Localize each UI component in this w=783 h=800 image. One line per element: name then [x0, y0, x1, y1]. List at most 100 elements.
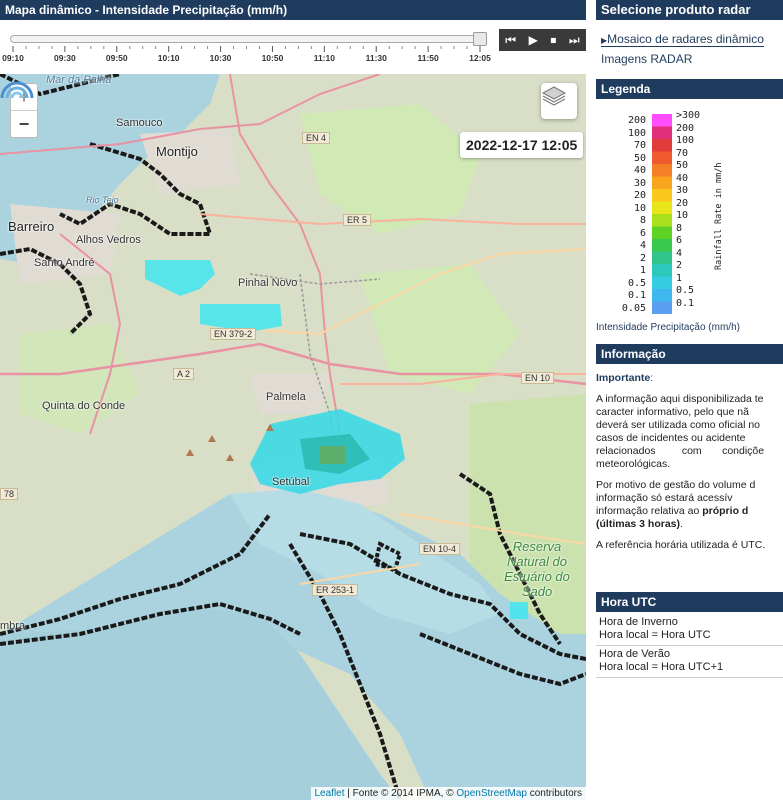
layers-button[interactable]	[541, 83, 577, 119]
legend-color-swatch	[652, 239, 672, 252]
label-embra: mbra	[0, 620, 26, 632]
legend-right-value: 2	[676, 260, 683, 271]
legend-left-value: 40	[633, 165, 646, 176]
timeline-slider-handle[interactable]	[473, 32, 487, 46]
timeline-tick-label: 12:05	[469, 53, 491, 63]
osm-link[interactable]: OpenStreetMap	[456, 788, 527, 799]
info-line: .	[680, 518, 683, 530]
legend-left-value: 10	[633, 202, 646, 214]
info-line: A informação aqui disponibilizada te	[596, 393, 764, 405]
info-important: Importante	[596, 372, 651, 384]
leaflet-link[interactable]: Leaflet	[315, 788, 345, 799]
timeline-tick-label: 10:30	[209, 53, 232, 63]
fast-forward-icon[interactable]: ⏭	[569, 33, 580, 48]
road-en4: EN 4	[302, 132, 331, 144]
legend-left-value: 70	[633, 140, 646, 151]
legend-color-swatch	[652, 164, 672, 177]
legend-left-value: 0.1	[627, 290, 646, 301]
radar-panel-title: Selecione produto radar	[596, 0, 783, 20]
utc-winter-label: Hora de Inverno	[599, 616, 678, 628]
info-line: Por motivo de gestão do volume d	[596, 479, 756, 491]
info-line: deverá ser utilizada como oficial no	[596, 419, 761, 431]
info-line: caracter informativo, pelo que nã	[596, 406, 749, 418]
legend-color-swatch	[652, 264, 672, 277]
label-palmela: Palmela	[266, 391, 306, 403]
map-timestamp: 2022-12-17 12:05	[460, 132, 584, 158]
info-line: próprio d	[702, 505, 749, 517]
legend-right-value: 10	[676, 210, 689, 221]
legend-right-value: 4	[676, 247, 683, 259]
legend-right-value: 40	[676, 172, 689, 184]
timeline-tick-label: 09:50	[105, 53, 128, 63]
info-line: informação relativa ao	[596, 505, 703, 517]
timeline-tick-label: 10:10	[157, 53, 180, 63]
label-alhos-vedros: Alhos Vedros	[76, 234, 141, 246]
info-line: informação só estará acessív	[596, 492, 733, 504]
label-samouco: Samouco	[116, 117, 163, 129]
timeline-slider-track[interactable]	[10, 35, 487, 43]
legend-left-value: 100	[627, 127, 646, 139]
legend-right-value: 0.5	[676, 285, 695, 296]
legend-color-swatch	[652, 214, 672, 227]
legend-color-swatch	[652, 276, 672, 290]
timeline-tick-label: 09:10	[2, 53, 24, 63]
legend-color-swatch	[652, 189, 672, 202]
mosaic-link-label: Mosaico de radares dinâmico	[607, 32, 764, 46]
legend-axis-label: Rainfall Rate in mm/h	[714, 162, 724, 270]
stop-icon[interactable]: ⏹	[550, 33, 556, 48]
legend-left-value: 30	[633, 177, 646, 189]
info-line: casos de incidentes ou acidente	[596, 432, 746, 444]
legend-color-swatch	[652, 289, 672, 302]
legend-left-value: 200	[627, 115, 646, 126]
info-body: Importante: A informação aqui disponibil…	[596, 372, 766, 551]
info-line: meteorológicas.	[596, 458, 671, 470]
radar-map[interactable]: Mar da Palha Samouco Montijo Rio Tejo Ba…	[0, 74, 586, 800]
legend-color-swatch	[652, 301, 672, 314]
mosaic-link[interactable]: ▶Mosaico de radares dinâmico	[601, 32, 764, 47]
legend: 200 100 70 50 40 30 20 10 8 6 4 2 1 0.5 0.1 0.05 >300 20…	[596, 100, 783, 340]
play-icon[interactable]: ▶	[529, 33, 538, 47]
legend-left-value: 50	[633, 152, 646, 164]
label-reserva-natural: Reserva Natural do Estuário do Sado	[504, 539, 570, 599]
legend-right-value: 200	[676, 122, 695, 134]
label-tejo: Rio Tejo	[86, 195, 119, 205]
zoom-out-button[interactable]: −	[11, 111, 37, 137]
legend-color-swatch	[652, 201, 672, 215]
legend-color-swatch	[652, 114, 672, 127]
legend-color-swatch	[652, 151, 672, 165]
label-pinhal-novo: Pinhal Novo	[238, 277, 298, 289]
legend-color-bar	[652, 114, 672, 314]
legend-right-value: 70	[676, 147, 689, 159]
label-quinta-conde: Quinta do Conde	[42, 400, 126, 412]
utc-winter-value: Hora local = Hora UTC	[599, 629, 711, 641]
timeline-tick-label: 10:50	[261, 53, 284, 63]
legend-left-value: 1	[639, 265, 646, 276]
road-en10: EN 10	[521, 372, 555, 384]
label-mar-palha: Mar da Palha	[46, 74, 112, 86]
map-attribution: Leaflet | Fonte © 2014 IPMA, © OpenStree…	[310, 787, 586, 800]
info-line: (últimas 3 horas)	[596, 518, 681, 530]
legend-right-value: 1	[676, 272, 683, 284]
playback-controls: ⏮ ▶ ⏹ ⏭	[499, 29, 586, 51]
info-line: relacionados	[596, 445, 656, 457]
legend-right-value: 20	[676, 197, 689, 209]
ipma-logo-icon	[0, 81, 34, 99]
legend-title: Legenda	[596, 79, 783, 99]
legend-right-value: 6	[676, 235, 683, 246]
legend-color-swatch	[652, 251, 672, 265]
legend-left-value: 4	[639, 240, 646, 251]
legend-left-value: 0.05	[621, 302, 646, 314]
legend-right-value: >300	[676, 110, 701, 121]
images-radar-link[interactable]: Imagens RADAR	[601, 52, 692, 66]
legend-color-swatch	[652, 126, 672, 140]
map-panel-title: Mapa dinâmico - Intensidade Precipitação…	[0, 0, 586, 20]
legend-color-swatch	[652, 139, 672, 152]
road-er253-1: ER 253-1	[312, 584, 359, 596]
utc-winter: Hora de Inverno Hora local = Hora UTC	[596, 616, 783, 646]
road-er5: ER 5	[343, 214, 372, 226]
attribution-contrib: contributors	[526, 788, 582, 799]
info-line: condiçõe	[722, 445, 765, 457]
legend-right-value: 0.1	[676, 297, 695, 309]
utc-title: Hora UTC	[596, 592, 783, 612]
rewind-icon[interactable]: ⏮	[505, 33, 516, 48]
